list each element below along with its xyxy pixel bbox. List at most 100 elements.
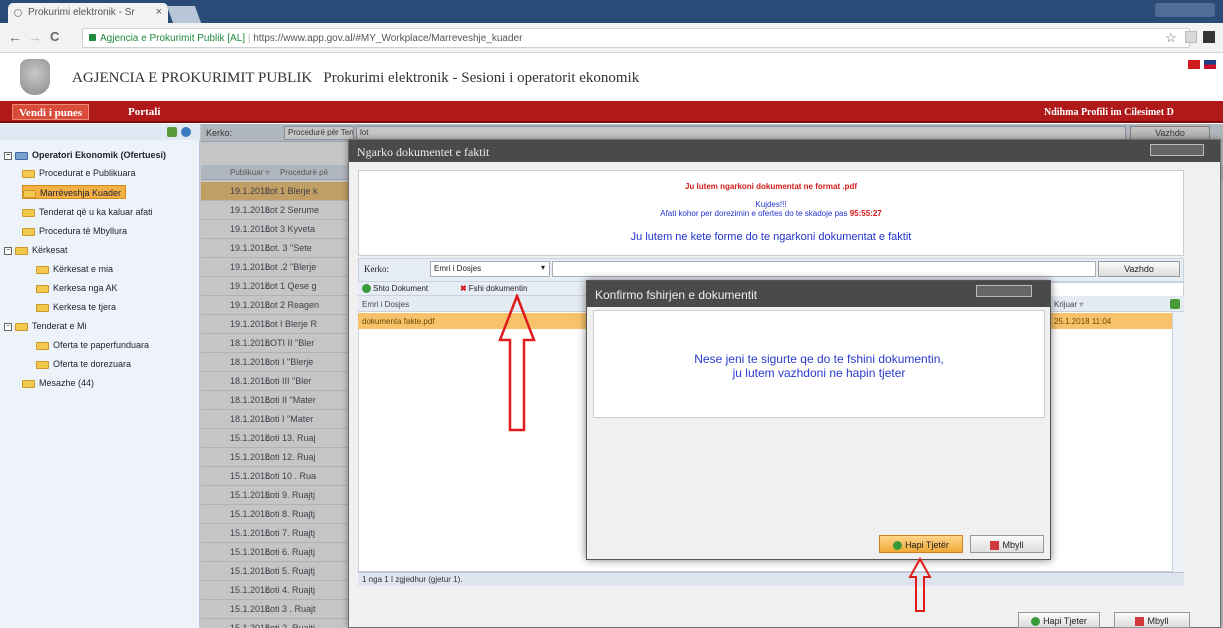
close-icon xyxy=(990,541,1000,551)
tree-item-kerkesa-te-tjera[interactable]: Kerkesa te tjera xyxy=(36,300,116,314)
operator-icon xyxy=(15,151,28,160)
doc-search-select[interactable]: Emri i Dosjes ▾ xyxy=(430,261,550,277)
column-krijuar[interactable]: Krijuar ▿ xyxy=(1054,300,1083,309)
folder-icon xyxy=(15,246,28,255)
document-scrollbar[interactable] xyxy=(1172,312,1184,572)
delete-x-icon: ✖ xyxy=(460,284,467,293)
bookmark-star-icon[interactable]: ☆ xyxy=(1165,30,1177,46)
close-icon xyxy=(1135,617,1145,627)
forward-icon[interactable]: → xyxy=(28,29,42,45)
tree-item-marreveshja-kuader[interactable]: Marrëveshja Kuader xyxy=(22,185,127,199)
folder-icon xyxy=(36,341,49,350)
tree-root-operator[interactable]: − Operatori Ekonomik (Ofertuesi) xyxy=(4,148,166,162)
column-emri-dosjes[interactable]: Emri i Dosjes xyxy=(362,300,409,309)
tree-item-procedura-mbyllura[interactable]: Procedura të Mbyllura xyxy=(22,224,127,238)
confirm-message-line1: Nese jeni te sigurte qe do te fshini dok… xyxy=(694,352,944,366)
favicon-icon xyxy=(14,9,22,17)
tree-item-oferta-paperfunduara[interactable]: Oferta te paperfunduara xyxy=(36,338,149,352)
folder-icon xyxy=(36,284,49,293)
upload-close-button[interactable]: Mbyll xyxy=(1114,612,1190,628)
upload-dialog-title: Ngarko dokumentet e faktit xyxy=(349,140,1220,162)
upload-dialog-controls[interactable] xyxy=(1150,144,1204,156)
warning-label: Kujdes!!! xyxy=(755,200,787,209)
tree-item-kerkesat[interactable]: − Kërkesat xyxy=(4,243,68,257)
folder-icon xyxy=(15,322,28,331)
document-date: 25.1.2018 11:04 xyxy=(1054,317,1112,326)
confirm-message: Nese jeni te sigurte qe do te fshini dok… xyxy=(593,352,1045,380)
tree-item-procedurat-publikuara[interactable]: Procedurat e Publikuara xyxy=(22,166,136,180)
albanian-flag-icon[interactable] xyxy=(1188,60,1200,69)
url-field[interactable]: Agjencia e Prokurimit Publik [AL] | http… xyxy=(82,28,1190,48)
tree-item-label: Oferta te paperfunduara xyxy=(53,340,150,350)
tree-item-oferta-dorezuara[interactable]: Oferta te dorezuara xyxy=(36,357,131,371)
deadline-text: Afati kohor per dorezimin e ofertes do t… xyxy=(660,209,848,218)
folder-icon xyxy=(22,227,35,236)
collapse-icon[interactable]: − xyxy=(4,322,12,331)
folder-icon xyxy=(22,169,35,178)
pdf-format-message: Ju lutem ngarkoni dokumentat ne format .… xyxy=(684,182,857,191)
tree-item-label: Kerkesa te tjera xyxy=(53,302,117,312)
tree-item-label: Mesazhe (44) xyxy=(39,378,95,388)
dropdown-arrow-icon: ▾ xyxy=(540,263,545,272)
tree-root-label: Operatori Ekonomik (Ofertuesi) xyxy=(32,150,167,160)
window-controls[interactable] xyxy=(1155,3,1215,17)
tab-title: Prokurimi elektronik - Sr xyxy=(28,7,135,18)
confirm-close-button[interactable]: Mbyll xyxy=(970,535,1044,553)
confirm-close-label: Mbyll xyxy=(1002,540,1024,550)
confirm-next-label: Hapi Tjetër xyxy=(905,540,949,550)
upload-next-button[interactable]: Hapi Tjeter xyxy=(1018,612,1100,628)
lock-icon xyxy=(89,34,96,41)
tree-item-tenderat-afati[interactable]: Tenderat që u ka kaluar afati xyxy=(22,205,153,219)
next-icon xyxy=(1031,617,1041,627)
upload-instructions: Ju lutem ne kete forme do te ngarkoni do… xyxy=(630,231,912,243)
tree-item-mesazhe[interactable]: Mesazhe (44) xyxy=(22,376,94,390)
tree-item-kerkesat-e-mia[interactable]: Kërkesat e mia xyxy=(36,262,113,276)
folder-icon xyxy=(22,208,35,217)
tab-close-icon[interactable]: × xyxy=(156,6,162,18)
menu-right-links[interactable]: Ndihma Profili im Cilesimet D xyxy=(1044,107,1174,118)
delete-document-button[interactable]: ✖ Fshi dokumentin xyxy=(460,284,527,293)
add-document-label: Shto Dokument xyxy=(373,284,429,293)
tree-item-label: Procedura të Mbyllura xyxy=(39,226,128,236)
annotation-arrow-up-small-icon xyxy=(908,557,932,612)
collapse-icon[interactable]: − xyxy=(4,151,12,160)
tree-item-label: Marrëveshja Kuader xyxy=(40,188,122,198)
add-document-button[interactable]: Shto Dokument xyxy=(362,284,429,294)
doc-search-input[interactable] xyxy=(552,261,1096,277)
reload-icon[interactable]: C xyxy=(50,29,59,44)
tree-item-kerkesa-nga-ak[interactable]: Kerkesa nga AK xyxy=(36,281,118,295)
tree-item-label: Tenderat e Mi xyxy=(32,321,87,331)
tree-item-label: Kërkesat e mia xyxy=(53,264,114,274)
folder-icon xyxy=(22,379,35,388)
tree-item-label: Tenderat që u ka kaluar afati xyxy=(39,207,153,217)
upload-close-label: Mbyll xyxy=(1147,616,1169,626)
tree-item-tenderat-e-mi[interactable]: − Tenderat e Mi xyxy=(4,319,87,333)
collapse-icon[interactable]: − xyxy=(4,246,12,255)
doc-search-button[interactable]: Vazhdo xyxy=(1098,261,1180,277)
confirm-next-button[interactable]: Hapi Tjetër xyxy=(879,535,963,553)
deadline-message: Afati kohor per dorezimin e ofertes do t… xyxy=(358,209,1184,218)
tree-item-label: Kërkesat xyxy=(32,245,68,255)
upload-next-label: Hapi Tjeter xyxy=(1043,616,1087,626)
tree-settings-icon[interactable] xyxy=(181,127,191,137)
pdf-extension-icon[interactable] xyxy=(1203,31,1215,43)
confirm-dialog-controls[interactable] xyxy=(976,285,1032,297)
folder-icon xyxy=(36,303,49,312)
confirm-message-line2: ju lutem vazhdoni ne hapin tjeter xyxy=(732,366,906,380)
next-icon xyxy=(893,541,903,551)
browser-tab[interactable]: Prokurimi elektronik - Sr × xyxy=(8,3,168,23)
extension-icon[interactable] xyxy=(1185,31,1197,43)
english-flag-icon[interactable] xyxy=(1204,60,1216,69)
grid-refresh-icon[interactable] xyxy=(1170,299,1180,309)
main-menu-bar xyxy=(0,101,1223,123)
annotation-arrow-up-icon xyxy=(498,294,536,432)
menu-portali[interactable]: Portali xyxy=(122,104,166,120)
doc-search-select-value: Emri i Dosjes xyxy=(434,264,482,273)
tree-refresh-icon[interactable] xyxy=(167,127,177,137)
delete-document-label: Fshi dokumentin xyxy=(468,284,528,293)
deadline-countdown: 95:55:27 xyxy=(849,209,882,218)
back-icon[interactable]: ← xyxy=(8,29,22,45)
new-tab-button[interactable] xyxy=(166,6,202,23)
add-icon xyxy=(362,284,371,294)
menu-vendi-i-punes[interactable]: Vendi i punes xyxy=(12,104,90,120)
